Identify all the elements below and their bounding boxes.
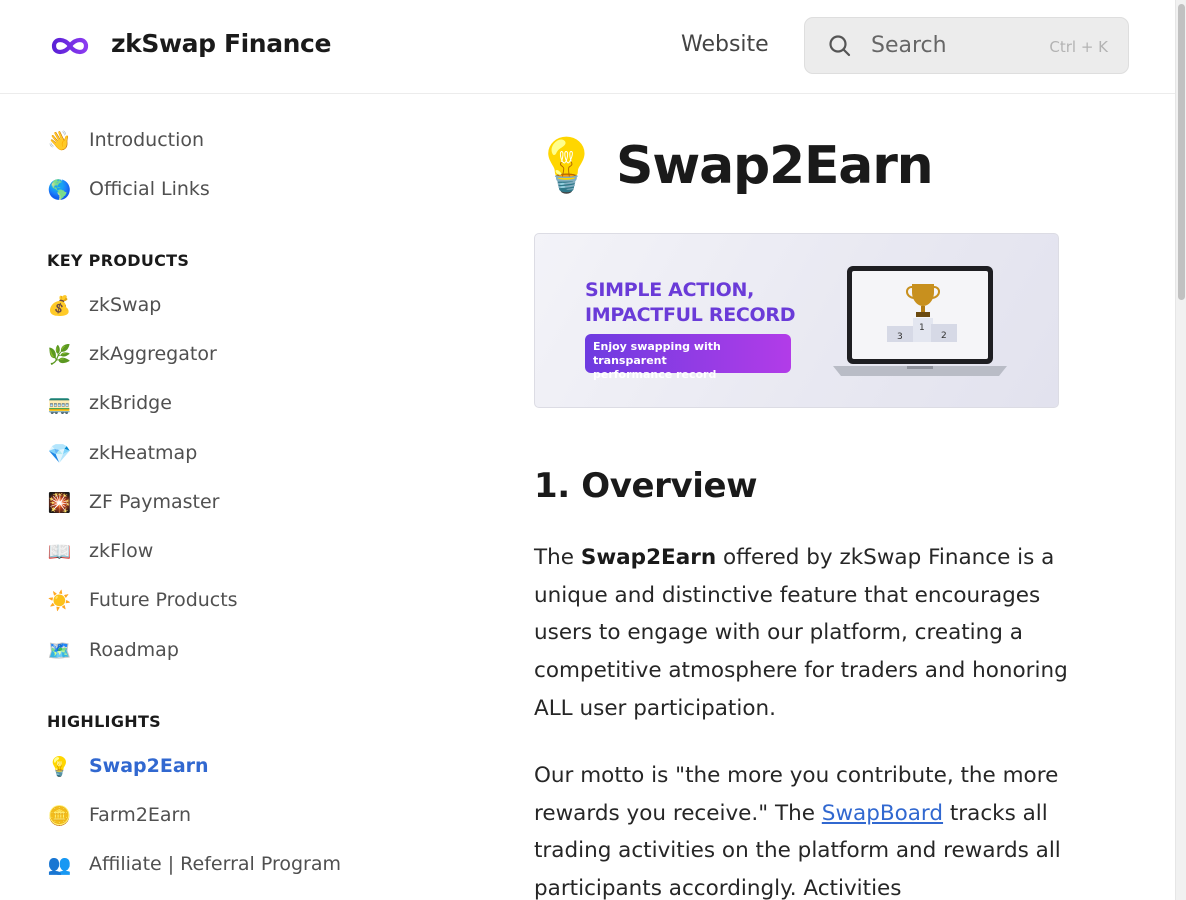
nav-website-link[interactable]: Website [681, 32, 769, 57]
sidebar-item-label: zkBridge [89, 392, 172, 414]
sidebar-item-label: Affiliate | Referral Program [89, 853, 342, 875]
sidebar-item-introduction[interactable]: 👋 Introduction [46, 124, 204, 156]
light-bulb-icon: 💡 [47, 755, 72, 778]
svg-text:2: 2 [941, 331, 947, 341]
svg-text:1: 1 [919, 323, 925, 333]
sidebar-section-highlights: HIGHLIGHTS [47, 712, 161, 731]
sidebar-item-label: zkFlow [89, 540, 154, 562]
money-bag-icon: 💰 [47, 294, 72, 317]
p1-bold-swap2earn: Swap2Earn [580, 545, 717, 570]
sidebar-item-zkflow[interactable]: 📖 zkFlow [46, 535, 154, 567]
sidebar-item-label: Farm2Earn [89, 804, 192, 826]
sidebar-item-label: zkHeatmap [89, 442, 198, 464]
p1-intro: The [534, 545, 581, 570]
sidebar-item-label: Official Links [89, 178, 210, 200]
sidebar-item-official-links[interactable]: 🌎 Official Links [46, 173, 210, 205]
coin-icon: 🪙 [47, 804, 72, 827]
page-title-text: Swap2Earn [616, 135, 934, 196]
sidebar-item-label: zkAggregator [89, 343, 217, 365]
top-header: zkSwap Finance Website Search Ctrl + K [0, 0, 1175, 94]
overview-heading: 1. Overview [534, 466, 758, 506]
world-map-icon: 🗺️ [47, 639, 72, 662]
sidebar-item-zkheatmap[interactable]: 💎 zkHeatmap [46, 437, 198, 469]
sidebar-item-roadmap[interactable]: 🗺️ Roadmap [46, 634, 179, 666]
p1-rest: offered by zkSwap Finance is a unique an… [534, 545, 1068, 721]
search-placeholder: Search [871, 33, 947, 58]
sidebar-item-zkbridge[interactable]: 🚃 zkBridge [46, 387, 172, 419]
banner-pill-line1: Enjoy swapping with transparent [593, 340, 721, 367]
sparkler-icon: 🎇 [47, 491, 72, 514]
waving-hand-icon: 👋 [47, 129, 72, 152]
sidebar-item-zkswap[interactable]: 💰 zkSwap [46, 289, 162, 321]
brand-name[interactable]: zkSwap Finance [111, 29, 331, 58]
laptop-trophy-illustration: 3 1 2 [833, 266, 1007, 376]
sidebar-item-label: ZF Paymaster [89, 491, 220, 513]
banner-pill: Enjoy swapping with transparent performa… [585, 334, 791, 381]
banner-pill-line2: performance record [593, 368, 717, 381]
sun-icon: ☀️ [47, 589, 72, 612]
people-icon: 👥 [47, 853, 72, 876]
sidebar-item-zf-paymaster[interactable]: 🎇 ZF Paymaster [46, 486, 220, 518]
page-title: 💡 Swap2Earn [534, 135, 934, 197]
herb-icon: 🌿 [47, 343, 72, 366]
globe-icon: 🌎 [47, 178, 72, 201]
banner-headline-line2: IMPACTFUL RECORD [585, 304, 796, 326]
sidebar-item-label: zkSwap [89, 294, 162, 316]
sidebar-item-zkaggregator[interactable]: 🌿 zkAggregator [46, 338, 217, 370]
sidebar-item-farm2earn[interactable]: 🪙 Farm2Earn [46, 799, 191, 831]
page-scrollbar[interactable] [1175, 0, 1186, 900]
sidebar-item-label: Roadmap [89, 639, 179, 661]
sidebar-item-swap2earn[interactable]: 💡 Swap2Earn [46, 750, 209, 782]
search-shortcut-hint: Ctrl + K [1049, 38, 1108, 56]
sidebar-item-label: Swap2Earn [89, 755, 209, 777]
sidebar-item-future-products[interactable]: ☀️ Future Products [46, 584, 238, 616]
overview-paragraph-2: Our motto is "the more you contribute, t… [534, 757, 1064, 900]
overview-paragraph-1: The Swap2Earn offered by zkSwap Finance … [534, 539, 1074, 728]
svg-text:3: 3 [897, 332, 903, 342]
scrollbar-thumb[interactable] [1178, 4, 1185, 300]
sidebar-item-label: Introduction [89, 129, 205, 151]
search-icon [829, 35, 851, 57]
gem-icon: 💎 [47, 442, 72, 465]
search-box[interactable]: Search Ctrl + K [804, 17, 1129, 74]
sidebar-nav: 👋 Introduction 🌎 Official Links KEY PROD… [0, 95, 480, 900]
open-book-icon: 📖 [47, 540, 72, 563]
swapboard-link[interactable]: SwapBoard [822, 801, 943, 826]
sidebar-item-label: Future Products [89, 589, 238, 611]
light-bulb-icon: 💡 [534, 136, 599, 196]
banner-headline: SIMPLE ACTION, IMPACTFUL RECORD [585, 278, 796, 328]
zkswap-logo-icon[interactable] [48, 30, 92, 62]
sidebar-section-key-products: KEY PRODUCTS [47, 251, 190, 270]
banner-headline-line1: SIMPLE ACTION, [585, 279, 755, 301]
railway-car-icon: 🚃 [47, 392, 72, 415]
promo-banner-image: SIMPLE ACTION, IMPACTFUL RECORD Enjoy sw… [534, 233, 1059, 408]
sidebar-item-affiliate-referral[interactable]: 👥 Affiliate | Referral Program [46, 848, 341, 880]
